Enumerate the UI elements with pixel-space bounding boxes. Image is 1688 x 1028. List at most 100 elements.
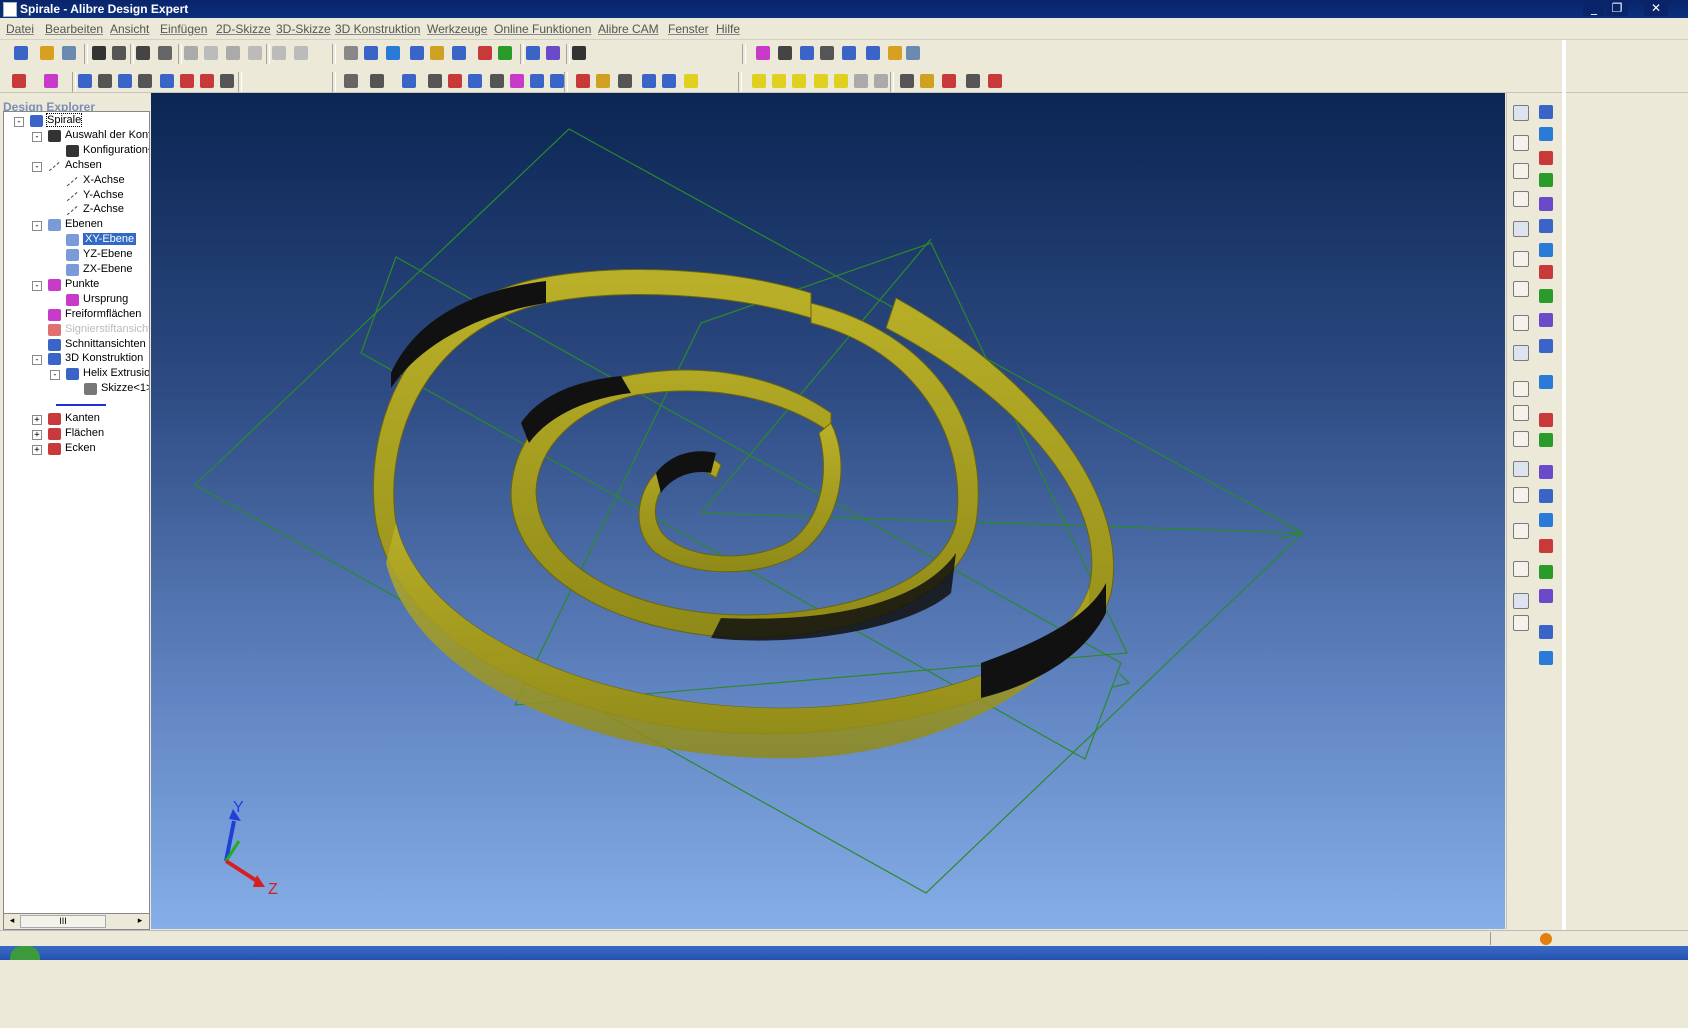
toolbar2-tool-22-icon[interactable] [618, 74, 632, 88]
scroll-left-arrow[interactable]: ◂ [6, 915, 18, 927]
feature-tool-12-icon[interactable] [1539, 413, 1553, 427]
toolbar1-tool-17-icon[interactable] [430, 46, 444, 60]
sketch-tool-6-icon[interactable] [1513, 281, 1529, 297]
feature-tool-17-icon[interactable] [1539, 539, 1553, 553]
feature-tool-18-icon[interactable] [1539, 565, 1553, 579]
sketch-tool-5-icon[interactable] [1513, 251, 1529, 267]
toolbar1-tool-9-icon[interactable] [226, 46, 240, 60]
tree-expander[interactable]: + [32, 415, 42, 425]
tree-expander[interactable]: - [32, 161, 42, 172]
toolbar2-tool-10-icon[interactable] [344, 74, 358, 88]
sketch-tool-0-icon[interactable] [1513, 105, 1529, 121]
tree-item[interactable]: Achsen [65, 159, 102, 174]
toolbar2-tool-31-icon[interactable] [854, 74, 868, 88]
menu-hilfe[interactable]: Hilfe [716, 22, 740, 36]
sketch-tool-4-icon[interactable] [1513, 221, 1529, 237]
toolbar1-tool-10-icon[interactable] [248, 46, 262, 60]
feature-tool-3-icon[interactable] [1539, 173, 1553, 187]
toolbar2-tool-16-icon[interactable] [490, 74, 504, 88]
sketch-tool-10-icon[interactable] [1513, 405, 1529, 421]
toolbar2-tool-11-icon[interactable] [370, 74, 384, 88]
menu-3d-skizze[interactable]: 3D-Skizze [276, 22, 331, 36]
toolbar1-tool-11-icon[interactable] [272, 46, 286, 60]
tree-item[interactable]: Schnittansichten [65, 338, 146, 353]
feature-tool-2-icon[interactable] [1539, 151, 1553, 165]
feature-tool-6-icon[interactable] [1539, 243, 1553, 257]
feature-tool-20-icon[interactable] [1539, 625, 1553, 639]
toolbar2-tool-33-icon[interactable] [900, 74, 914, 88]
toolbar1-tool-18-icon[interactable] [452, 46, 466, 60]
feature-tool-16-icon[interactable] [1539, 513, 1553, 527]
tree-item[interactable]: Y-Achse [83, 189, 124, 204]
sketch-tool-17-icon[interactable] [1513, 615, 1529, 631]
toolbar1-tool-12-icon[interactable] [294, 46, 308, 60]
toolbar2-tool-26-icon[interactable] [752, 74, 766, 88]
tree-item[interactable]: 3D Konstruktion [65, 352, 143, 367]
toolbar1-tool-0-icon[interactable] [14, 46, 28, 60]
scroll-thumb[interactable]: III [20, 915, 106, 928]
toolbar2-tool-3-icon[interactable] [98, 74, 112, 88]
toolbar2-tool-20-icon[interactable] [576, 74, 590, 88]
toolbar2-tool-37-icon[interactable] [988, 74, 1002, 88]
toolbar1-tool-2-icon[interactable] [62, 46, 76, 60]
toolbar1-tool-4-icon[interactable] [112, 46, 126, 60]
sketch-tool-2-icon[interactable] [1513, 163, 1529, 179]
tree-item[interactable]: Punkte [65, 278, 99, 293]
toolbar2-tool-14-icon[interactable] [448, 74, 462, 88]
sketch-tool-13-icon[interactable] [1513, 487, 1529, 503]
toolbar1-tool-27-icon[interactable] [820, 46, 834, 60]
tree-item[interactable]: YZ-Ebene [83, 248, 133, 263]
toolbar2-tool-32-icon[interactable] [874, 74, 888, 88]
toolbar2-tool-34-icon[interactable] [920, 74, 934, 88]
tree-expander[interactable]: - [14, 117, 24, 127]
tree-item[interactable]: Konfiguration<1 [83, 144, 149, 159]
tree-item[interactable]: Flächen [65, 427, 104, 442]
sketch-tool-15-icon[interactable] [1513, 561, 1529, 577]
tree-item[interactable]: XY-Ebene [83, 233, 137, 248]
toolbar2-tool-2-icon[interactable] [78, 74, 92, 88]
sketch-tool-1-icon[interactable] [1513, 135, 1529, 151]
sketch-tool-11-icon[interactable] [1513, 431, 1529, 447]
toolbar1-tool-1-icon[interactable] [40, 46, 54, 60]
3d-viewport[interactable]: Y Z [151, 93, 1505, 929]
toolbar2-tool-25-icon[interactable] [684, 74, 698, 88]
toolbar1-tool-22-icon[interactable] [546, 46, 560, 60]
menu-fenster[interactable]: Fenster [668, 22, 709, 36]
tree-expander[interactable]: - [32, 221, 42, 232]
toolbar1-tool-31-icon[interactable] [906, 46, 920, 60]
toolbar2-tool-12-icon[interactable] [402, 74, 416, 88]
tree-item[interactable]: Auswahl der Konfig [65, 129, 149, 144]
toolbar2-tool-23-icon[interactable] [642, 74, 656, 88]
close-button[interactable]: ✕ [1644, 1, 1668, 16]
toolbar2-tool-28-icon[interactable] [792, 74, 806, 88]
tree-item[interactable]: Signierstiftansichten [65, 323, 149, 338]
toolbar1-tool-26-icon[interactable] [800, 46, 814, 60]
feature-tool-7-icon[interactable] [1539, 265, 1553, 279]
explorer-horizontal-scrollbar[interactable]: ◂ III ▸ [3, 913, 150, 930]
menu-einfügen[interactable]: Einfügen [160, 22, 207, 36]
toolbar1-tool-5-icon[interactable] [136, 46, 150, 60]
tree-expander[interactable]: - [50, 370, 60, 381]
menu-2d-skizze[interactable]: 2D-Skizze [216, 22, 271, 36]
toolbar1-tool-7-icon[interactable] [184, 46, 198, 60]
tree-item[interactable]: Ebenen [65, 218, 103, 233]
scroll-right-arrow[interactable]: ▸ [134, 915, 146, 927]
tree-item[interactable]: ZX-Ebene [83, 263, 133, 278]
sketch-tool-16-icon[interactable] [1513, 593, 1529, 609]
toolbar1-tool-25-icon[interactable] [778, 46, 792, 60]
toolbar2-tool-1-icon[interactable] [44, 74, 58, 88]
toolbar2-tool-15-icon[interactable] [468, 74, 482, 88]
toolbar1-tool-30-icon[interactable] [888, 46, 902, 60]
app-icon[interactable] [3, 2, 17, 17]
feature-tool-11-icon[interactable] [1539, 375, 1553, 389]
tree-item[interactable]: Helix Extrusion< [83, 367, 149, 382]
toolbar1-tool-24-icon[interactable] [756, 46, 770, 60]
toolbar1-tool-3-icon[interactable] [92, 46, 106, 60]
feature-tool-21-icon[interactable] [1539, 651, 1553, 665]
toolbar2-tool-17-icon[interactable] [510, 74, 524, 88]
sketch-tool-8-icon[interactable] [1513, 345, 1529, 361]
toolbar1-tool-21-icon[interactable] [526, 46, 540, 60]
feature-tool-1-icon[interactable] [1539, 127, 1553, 141]
toolbar2-tool-4-icon[interactable] [118, 74, 132, 88]
sketch-tool-9-icon[interactable] [1513, 381, 1529, 397]
